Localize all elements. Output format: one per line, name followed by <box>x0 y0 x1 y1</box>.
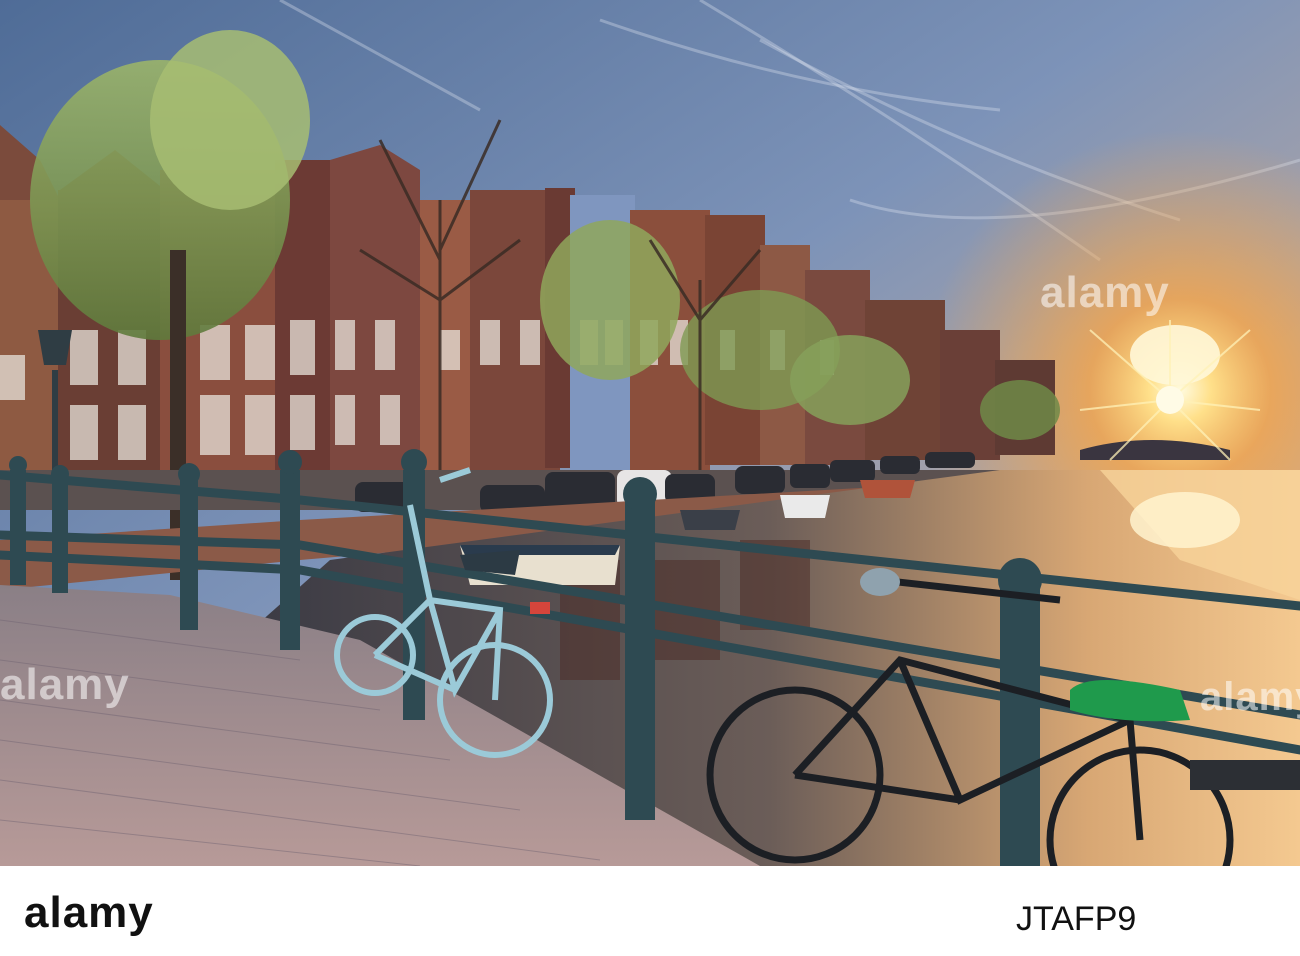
canal-photo <box>0 0 1300 866</box>
footer-bar: alamy JTAFP9 <box>0 866 1300 956</box>
watermark-logo: alamy <box>1040 268 1170 317</box>
image-id: JTAFP9 <box>1016 900 1137 938</box>
watermark-logo: alamy <box>0 660 130 709</box>
alamy-logo: alamy <box>24 888 154 937</box>
watermark-logo: alamy <box>1200 675 1300 719</box>
